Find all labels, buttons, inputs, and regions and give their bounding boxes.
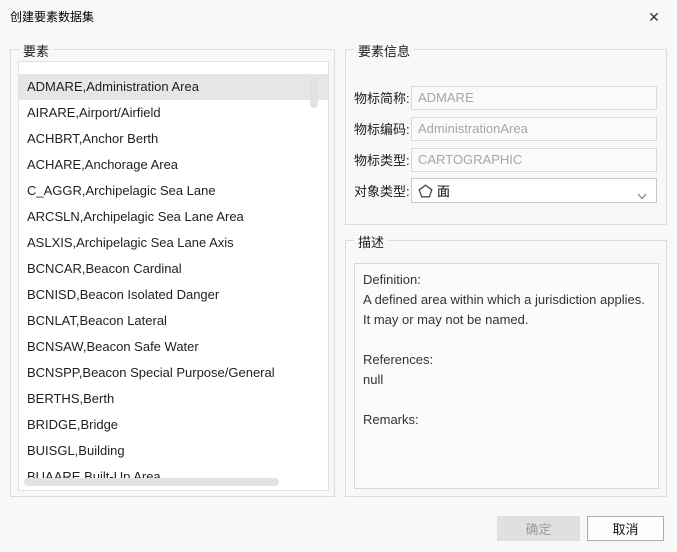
- cancel-button[interactable]: 取消: [587, 516, 664, 541]
- feature-list[interactable]: ADMARE,Administration AreaAIRARE,Airport…: [18, 61, 329, 491]
- list-item[interactable]: ADMARE,Administration Area: [19, 74, 328, 100]
- features-groupbox: 要素 ADMARE,Administration AreaAIRARE,Airp…: [10, 49, 335, 497]
- list-item[interactable]: ACHARE,Anchorage Area: [19, 152, 328, 178]
- feature-info-group-label: 要素信息: [354, 41, 414, 60]
- list-item[interactable]: BUISGL,Building: [19, 438, 328, 464]
- list-item[interactable]: C_AGGR,Archipelagic Sea Lane: [19, 178, 328, 204]
- dialog-title: 创建要素数据集: [10, 8, 94, 25]
- description-group-label: 描述: [354, 232, 388, 251]
- list-item[interactable]: BCNCAR,Beacon Cardinal: [19, 256, 328, 282]
- field-row-objtype: 对象类型: 面: [354, 178, 657, 203]
- vertical-scrollbar-thumb[interactable]: [310, 78, 318, 108]
- objtype-label: 对象类型:: [354, 181, 411, 200]
- abbr-input: ADMARE: [411, 86, 657, 110]
- horizontal-scrollbar-thumb[interactable]: [24, 478, 279, 486]
- polygon-icon: [418, 184, 433, 198]
- ok-button[interactable]: 确定: [497, 516, 580, 541]
- field-row-abbr: 物标简称: ADMARE: [354, 85, 657, 110]
- close-icon[interactable]: ✕: [643, 6, 665, 28]
- list-item[interactable]: BCNSPP,Beacon Special Purpose/General: [19, 360, 328, 386]
- chevron-down-icon: [637, 188, 647, 203]
- list-item[interactable]: BERTHS,Berth: [19, 386, 328, 412]
- list-item[interactable]: BUAARE,Built-Up Area: [19, 464, 328, 490]
- list-item[interactable]: BCNLAT,Beacon Lateral: [19, 308, 328, 334]
- features-group-label: 要素: [19, 41, 53, 60]
- description-groupbox: 描述 Definition: A defined area within whi…: [345, 240, 667, 497]
- list-item[interactable]: BCNISD,Beacon Isolated Danger: [19, 282, 328, 308]
- list-item[interactable]: ACHBRT,Anchor Berth: [19, 126, 328, 152]
- code-input: AdministrationArea: [411, 117, 657, 141]
- description-text[interactable]: Definition: A defined area within which …: [354, 263, 659, 489]
- list-item[interactable]: ASLXIS,Archipelagic Sea Lane Axis: [19, 230, 328, 256]
- object-type-value: 面: [437, 181, 450, 200]
- list-item[interactable]: ARCSLN,Archipelagic Sea Lane Area: [19, 204, 328, 230]
- type-input: CARTOGRAPHIC: [411, 148, 657, 172]
- field-row-type: 物标类型: CARTOGRAPHIC: [354, 147, 657, 172]
- object-type-dropdown[interactable]: 面: [411, 178, 657, 203]
- code-label: 物标编码:: [354, 119, 411, 138]
- abbr-label: 物标简称:: [354, 88, 411, 107]
- type-label: 物标类型:: [354, 150, 411, 169]
- feature-info-groupbox: 要素信息 物标简称: ADMARE 物标编码: AdministrationAr…: [345, 49, 667, 225]
- list-item[interactable]: BRIDGE,Bridge: [19, 412, 328, 438]
- list-item[interactable]: AIRARE,Airport/Airfield: [19, 100, 328, 126]
- field-row-code: 物标编码: AdministrationArea: [354, 116, 657, 141]
- list-item[interactable]: BCNSAW,Beacon Safe Water: [19, 334, 328, 360]
